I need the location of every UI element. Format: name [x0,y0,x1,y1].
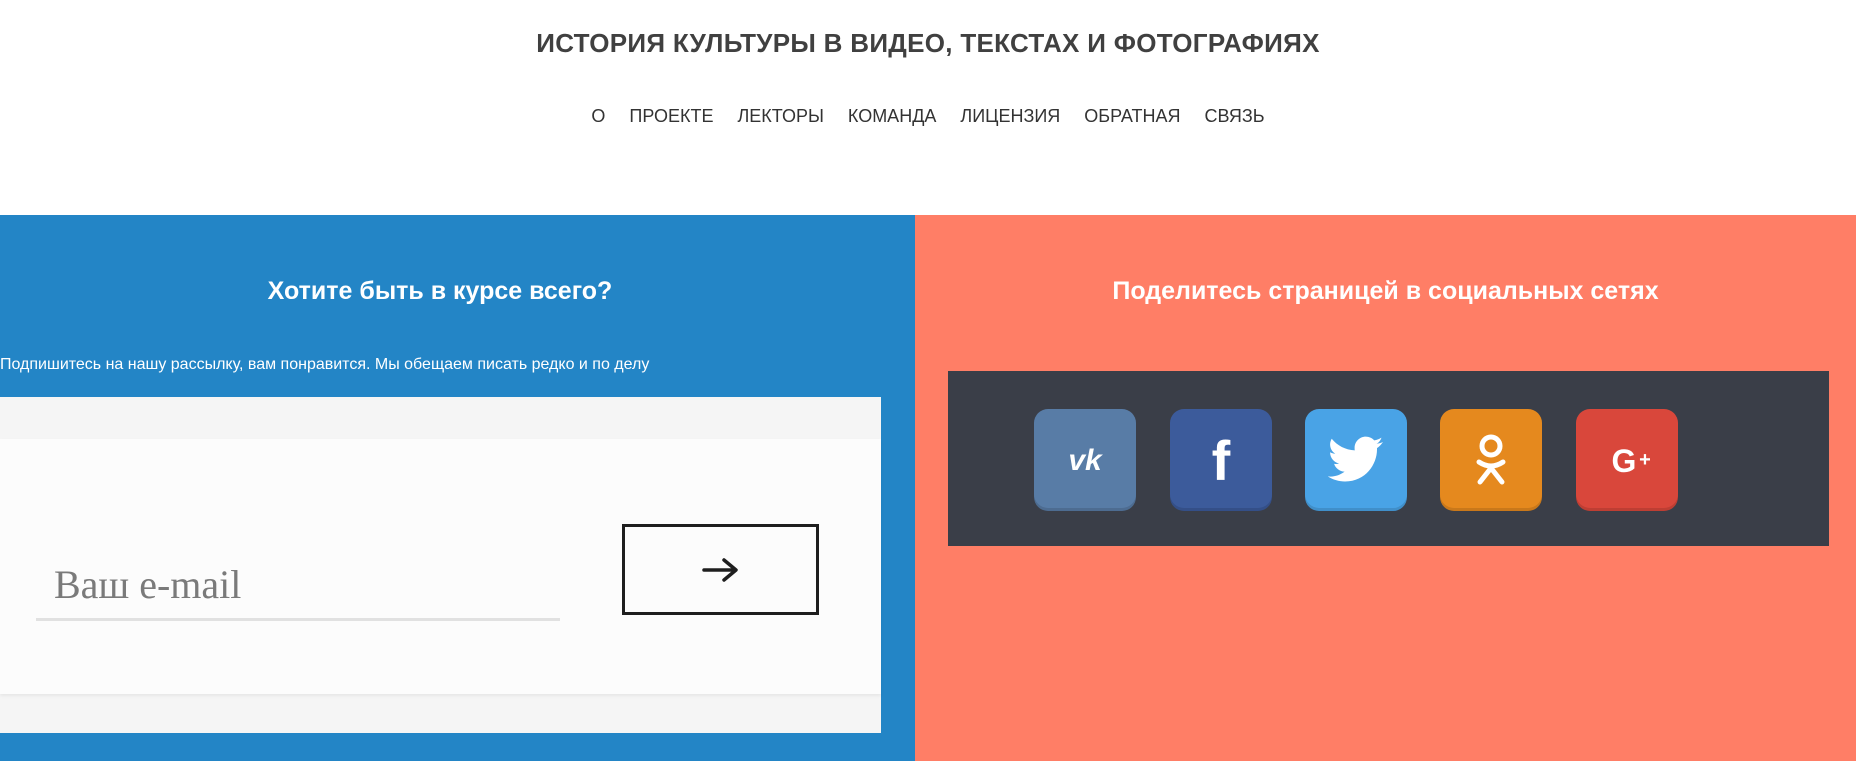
nav-item-proekte[interactable]: ПРОЕКТЕ [629,106,713,127]
svg-text:f: f [1212,432,1231,488]
share-buttons-panel: vk f G + [948,371,1829,546]
nav-item-komanda[interactable]: КОМАНДА [848,106,936,127]
google-plus-icon: G + [1612,443,1651,479]
page: ИСТОРИЯ КУЛЬТУРЫ В ВИДЕО, ТЕКСТАХ И ФОТО… [0,0,1856,761]
svg-text:G: G [1612,443,1637,479]
share-heading: Поделитесь страницей в социальных сетях [1112,277,1659,305]
share-google-plus-button[interactable]: G + [1576,409,1678,511]
nav-item-licenziya[interactable]: ЛИЦЕНЗИЯ [960,106,1060,127]
site-title[interactable]: ИСТОРИЯ КУЛЬТУРЫ В ВИДЕО, ТЕКСТАХ И ФОТО… [0,28,1856,59]
odnoklassniki-icon [1476,434,1506,485]
subscribe-form-frame [0,397,881,733]
nav-item-obratnaya[interactable]: ОБРАТНАЯ [1084,106,1180,127]
share-odnoklassniki-button[interactable] [1440,409,1542,511]
facebook-icon: f [1212,432,1231,488]
nav-item-lektory[interactable]: ЛЕКТОРЫ [737,106,823,127]
subscribe-section: Хотите быть в курсе всего? Подпишитесь н… [0,215,915,761]
share-twitter-button[interactable] [1305,409,1407,511]
email-input[interactable] [36,551,560,621]
subscribe-description: Подпишитесь на нашу рассылку, вам понрав… [0,356,650,373]
svg-text:+: + [1639,449,1651,471]
twitter-icon [1328,436,1384,482]
share-section: Поделитесь страницей в социальных сетях … [915,215,1856,761]
main-nav: О ПРОЕКТЕ ЛЕКТОРЫ КОМАНДА ЛИЦЕНЗИЯ ОБРАТ… [0,106,1856,127]
nav-item-svyaz[interactable]: СВЯЗЬ [1205,106,1265,127]
nav-item-o[interactable]: О [591,106,605,127]
subscribe-heading: Хотите быть в курсе всего? [267,277,613,305]
share-vk-button[interactable]: vk [1034,409,1136,511]
submit-button[interactable] [622,524,819,615]
subscribe-form [0,439,881,694]
share-facebook-button[interactable]: f [1170,409,1272,511]
vk-icon: vk [1068,444,1103,477]
svg-text:vk: vk [1068,444,1103,477]
arrow-right-icon [701,557,738,582]
